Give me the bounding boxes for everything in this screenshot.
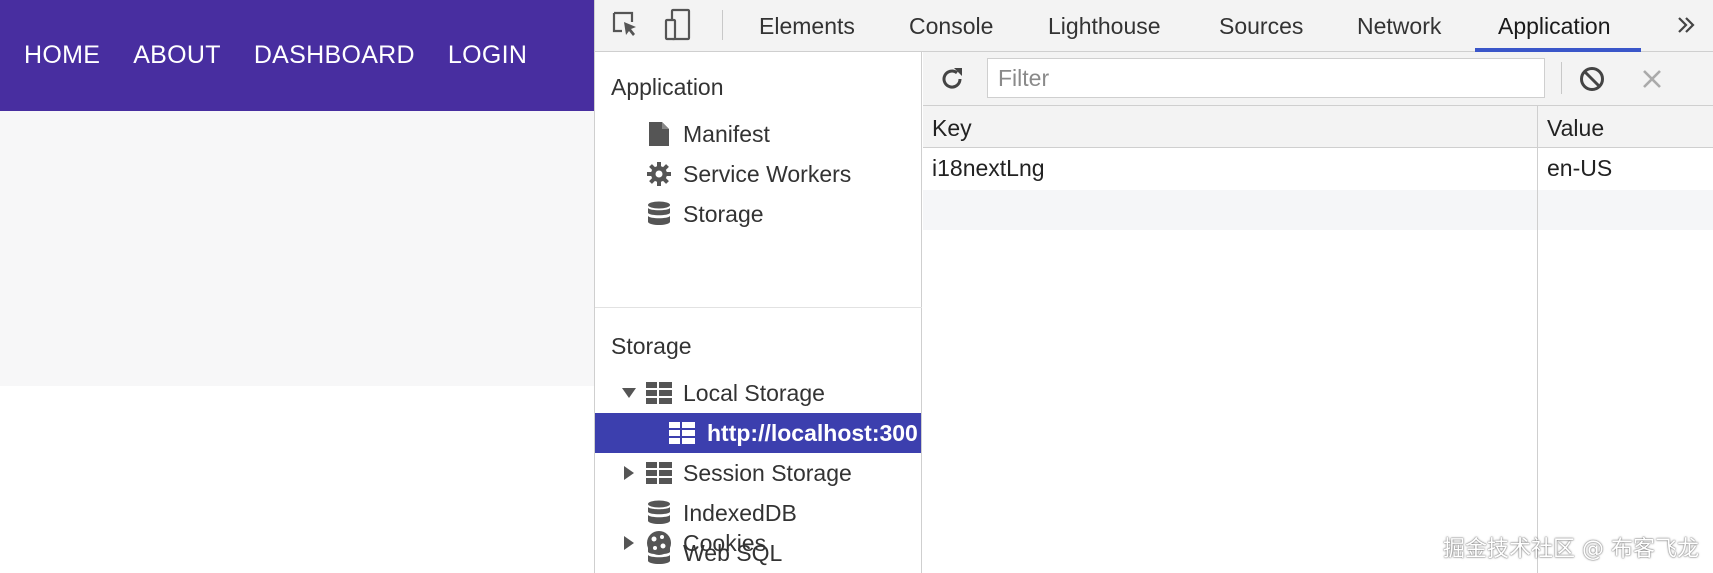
sidebar-item-label: Service Workers [683, 160, 852, 187]
sidebar-item-manifest[interactable]: Manifest [595, 114, 921, 154]
cookie-icon [645, 529, 673, 557]
filter-input[interactable] [987, 58, 1545, 98]
refresh-icon[interactable] [935, 62, 969, 96]
sidebar-item-label: Storage [683, 200, 764, 227]
empty-row [923, 190, 1713, 230]
storage-section-title: Storage [611, 333, 692, 359]
file-icon [645, 120, 673, 148]
storage-data-grid: Key Value i18nextLng en-US [923, 106, 1713, 573]
caret-right-icon[interactable] [622, 536, 636, 550]
inspect-element-icon[interactable] [609, 8, 643, 42]
application-section-title: Application [611, 74, 724, 100]
sidebar-item-service-workers[interactable]: Service Workers [595, 154, 921, 194]
cell-key: i18nextLng [932, 155, 1045, 181]
device-toolbar-icon[interactable] [661, 8, 695, 42]
table-row[interactable]: i18nextLng en-US [923, 149, 1713, 189]
watermark-text: 掘金技术社区 @ 布客飞龙 [1443, 537, 1699, 562]
devtools-panel: Elements Console Lighthouse Sources Netw… [594, 0, 1713, 573]
nav-dashboard-link[interactable]: DASHBOARD [254, 41, 415, 70]
navbar: HOME ABOUT DASHBOARD LOGIN [0, 0, 594, 111]
caret-right-icon[interactable] [622, 466, 636, 480]
column-header-value[interactable]: Value [1547, 115, 1604, 142]
tab-elements[interactable]: Elements [759, 0, 855, 52]
tab-lighthouse[interactable]: Lighthouse [1048, 0, 1161, 52]
web-app: HOME ABOUT DASHBOARD LOGIN [0, 0, 594, 573]
nav-login-link[interactable]: LOGIN [448, 41, 527, 70]
toolbar-separator [1561, 62, 1562, 94]
double-chevron-right-icon[interactable] [1669, 8, 1703, 42]
sidebar-item-label: Local Storage [683, 379, 825, 406]
sidebar-item-cookies[interactable]: Cookies [595, 523, 921, 563]
grid-icon [645, 379, 673, 407]
sidebar-item-localhost-origin[interactable]: http://localhost:300 [595, 413, 921, 453]
cell-value: en-US [1547, 155, 1613, 181]
application-sidebar: Application Manifest Service Workers Sto… [595, 52, 922, 573]
sidebar-item-storage-overview[interactable]: Storage [595, 194, 921, 234]
nav-home-link[interactable]: HOME [24, 41, 100, 70]
grid-header: Key Value [923, 106, 1713, 148]
app-content-area [0, 111, 594, 386]
clear-all-icon[interactable] [1575, 62, 1609, 96]
grid-icon [645, 459, 673, 487]
nav-about-link[interactable]: ABOUT [133, 41, 221, 70]
storage-toolbar [923, 52, 1713, 106]
column-divider[interactable] [1537, 106, 1538, 573]
tab-application[interactable]: Application [1498, 0, 1611, 52]
tab-network[interactable]: Network [1357, 0, 1441, 52]
sidebar-divider [595, 307, 922, 308]
sidebar-item-label: Cookies [683, 529, 767, 556]
caret-down-icon[interactable] [622, 388, 636, 398]
database-icon [645, 200, 673, 228]
toolbar-separator [722, 10, 723, 40]
sidebar-item-label: http://localhost:300 [707, 419, 918, 446]
tab-sources[interactable]: Sources [1219, 0, 1303, 52]
grid-icon [668, 419, 696, 447]
sidebar-item-label: Session Storage [683, 459, 852, 486]
column-header-key[interactable]: Key [932, 115, 972, 142]
delete-selected-icon[interactable] [1635, 62, 1669, 96]
devtools-tab-bar: Elements Console Lighthouse Sources Netw… [595, 0, 1713, 52]
sidebar-item-label: Manifest [683, 120, 770, 147]
storage-main-panel: Key Value i18nextLng en-US [923, 52, 1713, 573]
sidebar-item-session-storage[interactable]: Session Storage [595, 453, 921, 493]
sidebar-item-local-storage[interactable]: Local Storage [595, 373, 921, 413]
gear-icon [645, 160, 673, 188]
tab-console[interactable]: Console [909, 0, 993, 52]
